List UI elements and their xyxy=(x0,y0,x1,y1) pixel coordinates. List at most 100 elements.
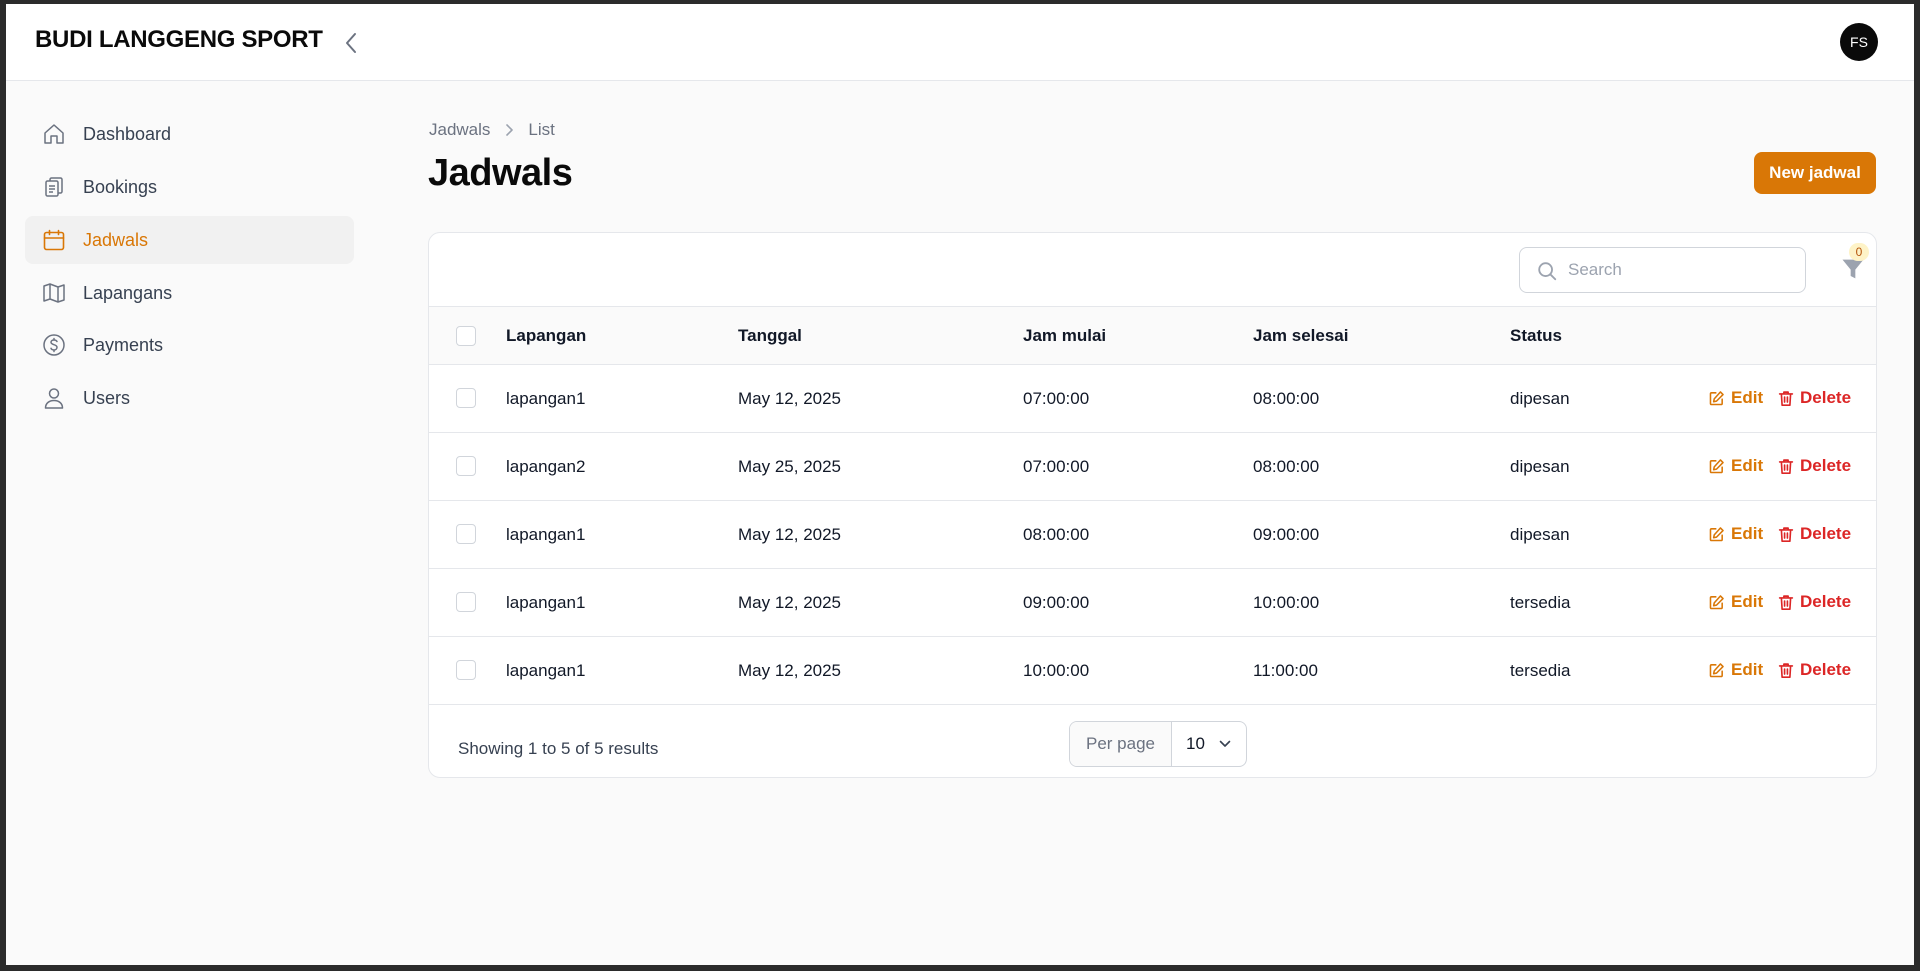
sidebar-item-label: Bookings xyxy=(83,177,158,197)
breadcrumb: Jadwals List xyxy=(429,120,555,140)
cell-tanggal: May 12, 2025 xyxy=(738,389,842,408)
per-page-dropdown[interactable]: 10 xyxy=(1172,722,1246,766)
trash-icon xyxy=(1778,594,1794,610)
cell-lapangan: lapangan1 xyxy=(506,525,586,544)
row-checkbox[interactable] xyxy=(456,388,476,408)
delete-label: Delete xyxy=(1800,524,1852,543)
cell-status: dipesan xyxy=(1510,389,1570,408)
edit-button[interactable]: Edit xyxy=(1708,524,1763,544)
select-all-checkbox[interactable] xyxy=(456,326,476,346)
cell-lapangan: lapangan2 xyxy=(506,457,586,476)
edit-icon xyxy=(1709,594,1724,609)
search-field[interactable] xyxy=(1519,247,1806,293)
cell-jam-mulai: 08:00:00 xyxy=(1023,525,1090,544)
row-checkbox[interactable] xyxy=(456,660,476,680)
sidebar-item-bookings[interactable]: Bookings xyxy=(25,163,354,211)
edit-button[interactable]: Edit xyxy=(1708,660,1763,680)
cell-jam-mulai: 07:00:00 xyxy=(1023,457,1090,476)
calendar-icon xyxy=(43,229,65,251)
table-row[interactable]: lapangan1 May 12, 2025 08:00:00 09:00:00 dip… xyxy=(429,501,1876,569)
user-avatar[interactable]: FS xyxy=(1840,23,1878,61)
per-page-value: 10 xyxy=(1186,734,1205,753)
sidebar-item-label: Dashboard xyxy=(83,124,172,144)
cell-jam-mulai: 09:00:00 xyxy=(1023,593,1090,612)
sidebar-item-dashboard[interactable]: Dashboard xyxy=(25,110,354,158)
breadcrumb-current: List xyxy=(528,120,555,139)
edit-label: Edit xyxy=(1731,388,1764,407)
breadcrumb-link-jadwals[interactable]: Jadwals xyxy=(429,120,490,140)
column-header-status[interactable]: Status xyxy=(1510,326,1562,346)
trash-icon xyxy=(1778,390,1794,406)
row-checkbox[interactable] xyxy=(456,592,476,612)
sidebar-item-label: Jadwals xyxy=(83,230,149,250)
search-icon xyxy=(1538,262,1557,281)
cell-tanggal: May 25, 2025 xyxy=(738,457,842,476)
delete-label: Delete xyxy=(1800,388,1852,407)
home-icon xyxy=(44,124,64,144)
edit-button[interactable]: Edit xyxy=(1708,456,1763,476)
new-jadwal-button[interactable]: New jadwal xyxy=(1754,152,1876,194)
filter-count-badge: 0 xyxy=(1849,243,1869,261)
sidebar-item-label: Users xyxy=(83,388,131,408)
column-header-tanggal[interactable]: Tanggal xyxy=(738,326,802,346)
user-icon xyxy=(44,388,64,409)
chevron-down-icon xyxy=(1219,740,1231,747)
cell-status: dipesan xyxy=(1510,525,1570,544)
trash-icon xyxy=(1778,526,1794,542)
sidebar-item-payments[interactable]: Payments xyxy=(25,321,354,369)
cell-tanggal: May 12, 2025 xyxy=(738,661,842,680)
delete-button[interactable]: Delete xyxy=(1778,592,1851,612)
delete-button[interactable]: Delete xyxy=(1778,388,1851,408)
app-window: BUDI LANGGENG SPORT FS Dashboard Booking… xyxy=(6,4,1914,965)
table-row[interactable]: lapangan1 May 12, 2025 10:00:00 11:00:00 ter… xyxy=(429,637,1876,705)
edit-button[interactable]: Edit xyxy=(1708,388,1763,408)
cell-jam-mulai: 07:00:00 xyxy=(1023,389,1090,408)
per-page-select[interactable]: Per page 10 xyxy=(1069,721,1247,767)
sidebar-item-jadwals[interactable]: Jadwals xyxy=(25,216,354,264)
cell-jam-mulai: 10:00:00 xyxy=(1023,661,1090,680)
row-checkbox[interactable] xyxy=(456,524,476,544)
edit-icon xyxy=(1709,458,1724,473)
sidebar-item-users[interactable]: Users xyxy=(25,374,354,422)
dollar-circle-icon xyxy=(43,334,65,356)
cell-jam-selesai: 08:00:00 xyxy=(1253,457,1320,476)
sidebar-item-label: Lapangans xyxy=(83,283,173,303)
map-icon xyxy=(43,283,65,303)
edit-button[interactable]: Edit xyxy=(1708,592,1763,612)
sidebar-item-lapangans[interactable]: Lapangans xyxy=(25,269,354,317)
cell-jam-selesai: 10:00:00 xyxy=(1253,593,1320,612)
delete-button[interactable]: Delete xyxy=(1778,660,1851,680)
edit-label: Edit xyxy=(1731,524,1764,543)
brand-title: BUDI LANGGENG SPORT xyxy=(35,26,323,53)
per-page-label: Per page xyxy=(1070,722,1172,766)
delete-label: Delete xyxy=(1800,660,1852,679)
delete-button[interactable]: Delete xyxy=(1778,524,1851,544)
column-header-jam-mulai[interactable]: Jam mulai xyxy=(1023,326,1106,346)
chevron-right-icon xyxy=(506,124,514,136)
table-header: Lapangan Tanggal Jam mulai Jam selesai S… xyxy=(429,306,1876,365)
table-row[interactable]: lapangan1 May 12, 2025 09:00:00 10:00:00 ter… xyxy=(429,569,1876,637)
jadwals-table: 0 Lapangan Tanggal Jam mulai Jam selesai… xyxy=(428,232,1877,778)
table-row[interactable]: lapangan1 May 12, 2025 07:00:00 08:00:00 dip… xyxy=(429,365,1876,433)
cell-lapangan: lapangan1 xyxy=(506,661,586,680)
row-checkbox[interactable] xyxy=(456,456,476,476)
column-header-lapangan[interactable]: Lapangan xyxy=(506,326,586,346)
cell-tanggal: May 12, 2025 xyxy=(738,525,842,544)
cell-jam-selesai: 11:00:00 xyxy=(1253,661,1318,680)
sidebar-item-label: Payments xyxy=(83,335,164,355)
column-header-jam-selesai[interactable]: Jam selesai xyxy=(1253,326,1348,346)
edit-icon xyxy=(1709,526,1724,541)
edit-icon xyxy=(1709,390,1724,405)
cell-tanggal: May 12, 2025 xyxy=(738,593,842,612)
table-row[interactable]: lapangan2 May 25, 2025 07:00:00 08:00:00 dip… xyxy=(429,433,1876,501)
collapse-sidebar-button[interactable] xyxy=(336,28,366,58)
cell-status: tersedia xyxy=(1510,661,1571,680)
delete-label: Delete xyxy=(1800,456,1852,475)
trash-icon xyxy=(1778,458,1794,474)
delete-button[interactable]: Delete xyxy=(1778,456,1851,476)
cell-lapangan: lapangan1 xyxy=(506,389,586,408)
cell-jam-selesai: 09:00:00 xyxy=(1253,525,1320,544)
trash-icon xyxy=(1778,662,1794,678)
edit-label: Edit xyxy=(1731,456,1764,475)
search-input[interactable] xyxy=(1568,258,1788,282)
